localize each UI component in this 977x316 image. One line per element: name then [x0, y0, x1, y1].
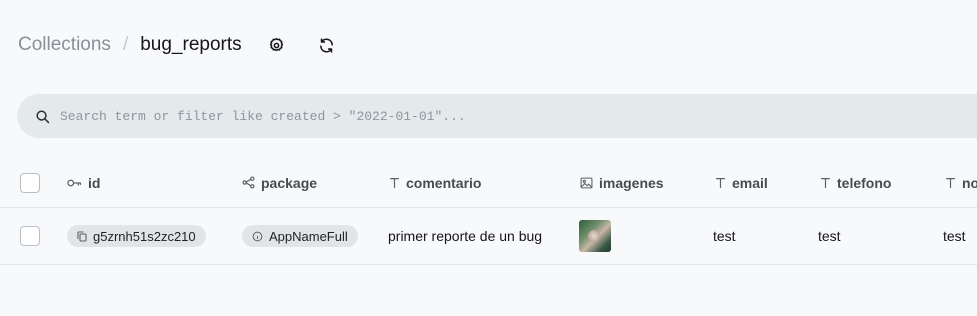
text-icon [820, 177, 831, 189]
select-all-checkbox[interactable] [20, 172, 40, 193]
cell-package: AppNameFull [242, 208, 358, 264]
column-label-no: no [962, 174, 977, 191]
copy-icon [77, 230, 87, 242]
refresh-button[interactable] [312, 30, 342, 60]
row-select-cell [20, 208, 40, 264]
column-header-package[interactable]: package [242, 158, 317, 207]
info-icon [252, 231, 263, 242]
image-thumbnail[interactable] [579, 220, 611, 252]
cell-id: g5zrnh51s2zc210 [67, 208, 206, 264]
column-header-telefono[interactable]: telefono [820, 158, 891, 207]
table-row[interactable]: g5zrnh51s2zc210 AppNameFull primer repor… [0, 208, 977, 265]
id-pill[interactable]: g5zrnh51s2zc210 [67, 225, 206, 247]
gear-icon [270, 37, 284, 51]
cell-imagenes [579, 208, 611, 264]
package-value: AppNameFull [269, 228, 348, 244]
text-icon [945, 177, 956, 189]
page-title: bug_reports [140, 34, 242, 55]
column-header-imagenes[interactable]: imagenes [580, 158, 664, 207]
image-icon [580, 177, 593, 189]
search-input[interactable] [60, 108, 860, 124]
cell-email: test [713, 228, 736, 244]
relation-icon [242, 176, 255, 189]
column-label-comentario: comentario [406, 174, 482, 191]
row-checkbox[interactable] [20, 226, 40, 246]
cell-no: test [943, 228, 966, 244]
page-header: Collections / bug_reports [18, 30, 342, 60]
table-header-row: id package comentario imagenes email tel… [0, 158, 977, 208]
cell-comentario: primer reporte de un bug [388, 228, 543, 244]
key-icon [67, 178, 82, 188]
column-label-id: id [88, 174, 101, 191]
select-all-cell [20, 158, 40, 207]
column-label-imagenes: imagenes [599, 174, 664, 191]
search-bar[interactable] [17, 94, 977, 138]
column-header-comentario[interactable]: comentario [389, 158, 481, 207]
package-pill[interactable]: AppNameFull [242, 225, 358, 247]
column-header-no[interactable]: no [945, 158, 977, 207]
search-icon [36, 109, 50, 123]
breadcrumb-collections[interactable]: Collections [18, 34, 111, 56]
column-label-telefono: telefono [837, 174, 892, 191]
text-icon [389, 177, 400, 189]
breadcrumb-separator: / [122, 34, 129, 55]
record-id: g5zrnh51s2zc210 [93, 228, 196, 244]
column-label-email: email [732, 174, 768, 191]
column-label-package: package [261, 174, 318, 191]
cell-telefono: test [818, 228, 841, 244]
records-table: id package comentario imagenes email tel… [0, 158, 977, 265]
text-icon [715, 177, 726, 189]
refresh-icon [320, 37, 334, 53]
column-header-id[interactable]: id [67, 158, 100, 207]
settings-button[interactable] [262, 30, 292, 60]
column-header-email[interactable]: email [715, 158, 768, 207]
